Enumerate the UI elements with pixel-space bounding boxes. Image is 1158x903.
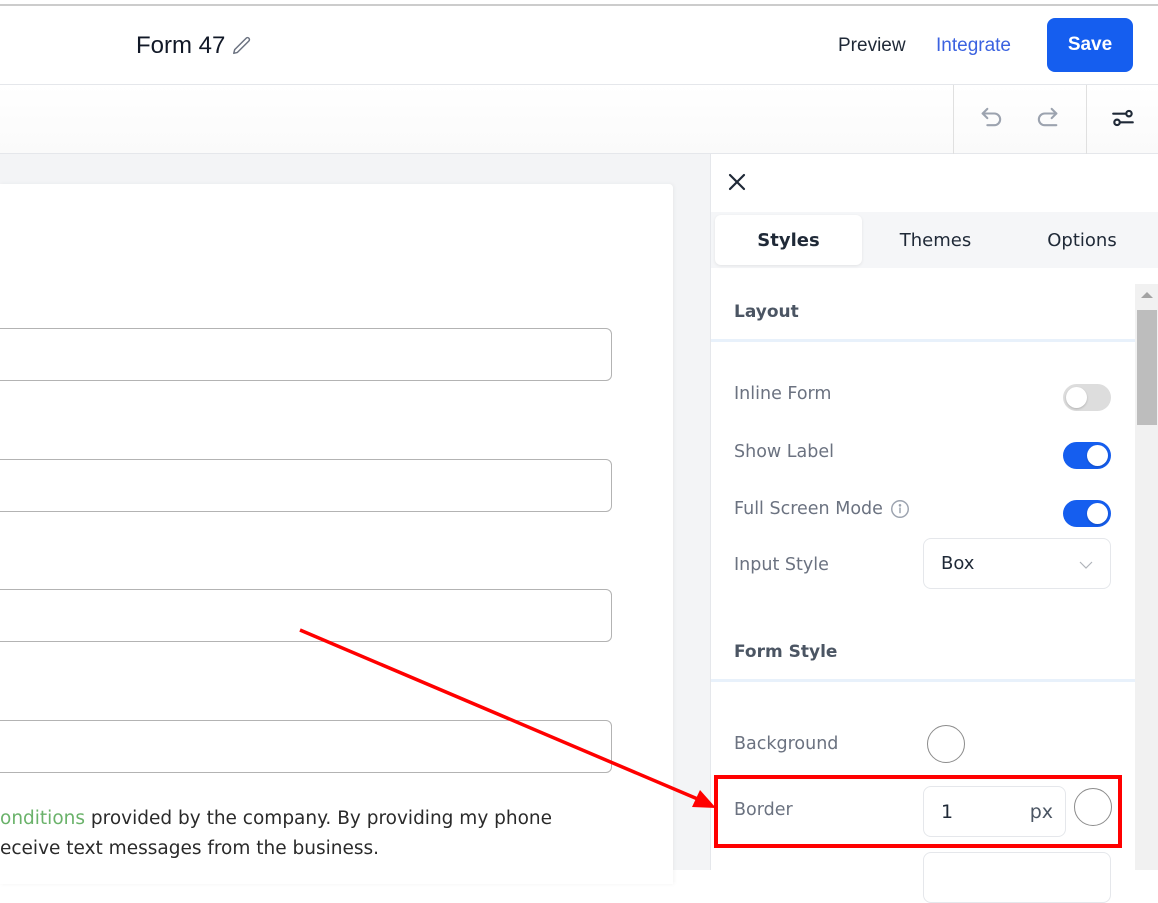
show-label-label: Show Label <box>734 442 834 462</box>
form-field-input[interactable] <box>0 328 612 381</box>
full-screen-mode-toggle[interactable] <box>1063 500 1111 527</box>
undo-icon[interactable] <box>978 103 1006 131</box>
scroll-thumb[interactable] <box>1137 310 1157 425</box>
border-width-input[interactable]: 1 px <box>923 786 1066 837</box>
toggle-knob <box>1066 387 1087 408</box>
full-screen-mode-row: Full Screen Mode <box>734 498 911 520</box>
input-style-value: Box <box>941 553 975 574</box>
chevron-down-icon <box>1079 561 1093 569</box>
input-style-label: Input Style <box>734 555 829 575</box>
section-divider <box>711 339 1135 342</box>
save-button[interactable]: Save <box>1047 18 1133 72</box>
input-style-select[interactable]: Box <box>923 538 1111 589</box>
background-color-swatch[interactable] <box>927 725 965 763</box>
toolbar-divider <box>953 85 954 154</box>
app-header: Form 47 Preview Integrate Save <box>0 6 1158 85</box>
border-color-swatch[interactable] <box>1074 788 1112 826</box>
pencil-icon[interactable] <box>231 35 253 57</box>
background-label: Background <box>734 734 839 754</box>
form-canvas: onditions provided by the company. By pr… <box>0 154 710 884</box>
next-setting-input[interactable] <box>923 852 1111 903</box>
border-width-value: 1 <box>941 801 954 823</box>
section-divider <box>711 679 1135 682</box>
form-title-text: Form 47 <box>136 32 226 59</box>
toolbar-divider <box>1086 85 1087 154</box>
toggle-knob <box>1087 503 1108 524</box>
styles-panel: Styles Themes Options Layout Inline Form… <box>710 154 1158 903</box>
inline-form-toggle[interactable] <box>1063 384 1111 411</box>
form-field-input[interactable] <box>0 720 612 773</box>
terms-conditions-link[interactable]: onditions <box>0 808 85 829</box>
info-icon[interactable] <box>889 498 911 520</box>
sliders-icon[interactable] <box>1110 105 1136 131</box>
border-label: Border <box>734 800 793 820</box>
tab-themes[interactable]: Themes <box>862 215 1009 265</box>
inline-form-label: Inline Form <box>734 384 832 404</box>
show-label-toggle[interactable] <box>1063 442 1111 469</box>
tab-styles[interactable]: Styles <box>715 215 862 265</box>
panel-body: Layout Inline Form Show Label Full Scree… <box>711 284 1135 903</box>
section-title-form-style: Form Style <box>734 642 838 662</box>
section-title-layout: Layout <box>734 302 799 322</box>
preview-button[interactable]: Preview <box>838 35 906 57</box>
full-screen-mode-label: Full Screen Mode <box>734 499 883 519</box>
editor-toolbar <box>0 85 1158 154</box>
redo-icon[interactable] <box>1033 103 1061 131</box>
panel-tabs: Styles Themes Options <box>711 212 1158 268</box>
consent-line-2: eceive text messages from the business. <box>0 838 380 859</box>
consent-line-1: provided by the company. By providing my… <box>85 808 553 829</box>
panel-scrollbar[interactable] <box>1135 284 1158 870</box>
form-title[interactable]: Form 47 <box>136 32 253 60</box>
tab-options[interactable]: Options <box>1009 215 1155 265</box>
form-field-input[interactable] <box>0 459 612 512</box>
scroll-up-arrow-icon[interactable] <box>1141 292 1153 298</box>
border-width-unit: px <box>1029 801 1053 823</box>
close-icon[interactable] <box>725 170 749 194</box>
consent-text: onditions provided by the company. By pr… <box>0 804 640 864</box>
form-preview-card <box>0 184 673 884</box>
toggle-knob <box>1087 445 1108 466</box>
form-field-input[interactable] <box>0 589 612 642</box>
integrate-button[interactable]: Integrate <box>936 35 1011 57</box>
